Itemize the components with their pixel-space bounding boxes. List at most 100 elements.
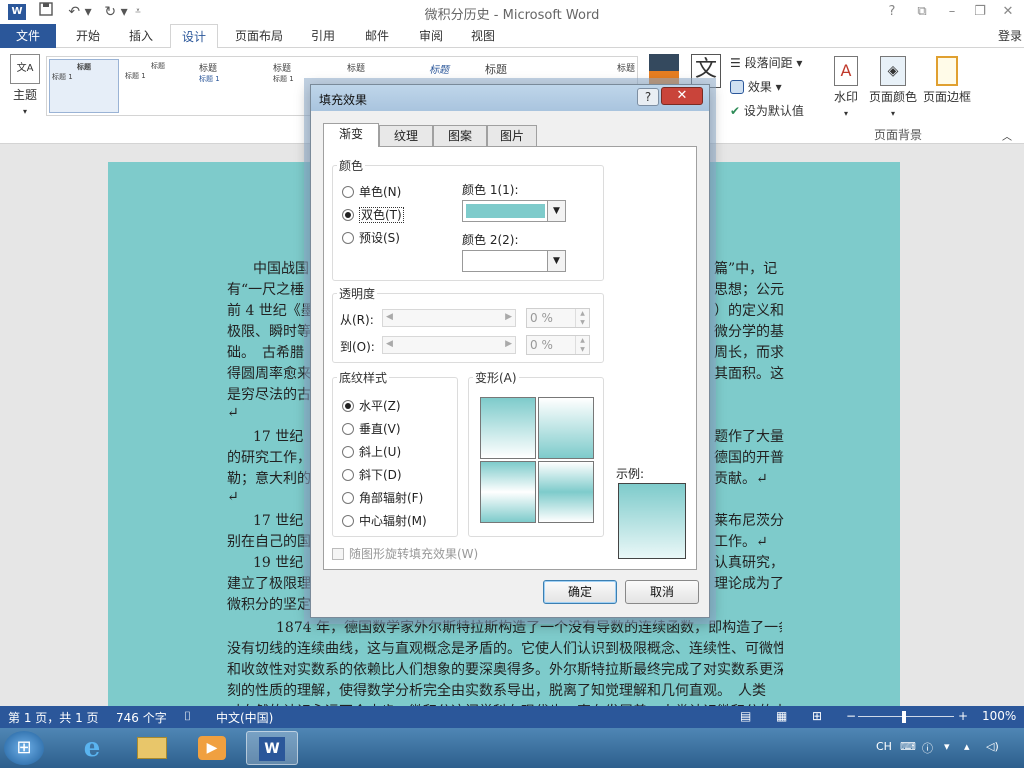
- color2-picker[interactable]: ▼: [462, 250, 566, 272]
- taskbar: ⊞ e ▶ W CH ⌨ ⓘ ▾ ▴ ◁): [0, 728, 1024, 768]
- variant-4[interactable]: [538, 461, 594, 523]
- color1-picker[interactable]: ▼: [462, 200, 566, 222]
- dialog-title-bar[interactable]: 填充效果 ? ✕: [311, 85, 709, 111]
- dialog-title: 填充效果: [319, 93, 368, 107]
- close-icon[interactable]: ✕: [661, 87, 703, 105]
- help-icon[interactable]: ?: [880, 2, 904, 22]
- page-color-button[interactable]: ◈ 页面颜色 ▾: [868, 56, 918, 119]
- tab-pattern[interactable]: 图案: [433, 125, 487, 147]
- zoom-slider[interactable]: [858, 716, 954, 717]
- keyboard-icon[interactable]: ⌨: [900, 740, 916, 753]
- tab-review[interactable]: 审阅: [408, 24, 454, 48]
- tab-view[interactable]: 视图: [460, 24, 506, 48]
- to-spinner[interactable]: 0 % ▲ ▼: [526, 335, 590, 355]
- from-spinner[interactable]: 0 % ▲ ▼: [526, 308, 590, 328]
- tab-texture[interactable]: 纹理: [379, 125, 433, 147]
- from-corner-radio[interactable]: 角部辐射(F): [342, 489, 423, 506]
- restore-icon[interactable]: ❐: [968, 2, 992, 22]
- variant-1[interactable]: [480, 397, 536, 459]
- print-layout-icon[interactable]: ▦: [776, 709, 787, 723]
- variant-3[interactable]: [480, 461, 536, 523]
- document-line-left: 极限、瞬时等: [227, 324, 311, 340]
- to-label: 到(O):: [340, 340, 375, 354]
- vertical-label: 垂直(V): [359, 422, 401, 436]
- media-player-icon[interactable]: ▶: [186, 731, 238, 765]
- zoom-level[interactable]: 100%: [982, 709, 1016, 723]
- show-hidden-icons-icon[interactable]: ▴: [964, 740, 970, 753]
- help-tray-icon[interactable]: ⓘ: [922, 740, 933, 756]
- style-set-item[interactable]: 标题 标题 1: [197, 59, 267, 113]
- document-line-left: 有“一尺之棰: [227, 282, 305, 298]
- vertical-radio[interactable]: 垂直(V): [342, 420, 401, 437]
- tab-picture[interactable]: 图片: [487, 125, 537, 147]
- left-arrow-icon: ◀: [386, 312, 393, 322]
- word-taskbar-icon[interactable]: W: [246, 731, 298, 765]
- check-circle-icon: ✔: [730, 104, 741, 118]
- horizontal-radio[interactable]: 水平(Z): [342, 397, 401, 414]
- input-language[interactable]: CH: [876, 740, 892, 753]
- close-icon[interactable]: ✕: [996, 2, 1020, 22]
- effects-button[interactable]: 效果 ▾: [730, 78, 782, 95]
- one-color-label: 单色(N): [359, 185, 402, 199]
- word-taskbar-label: W: [259, 737, 285, 761]
- themes-label: 主题: [12, 88, 37, 102]
- ok-button[interactable]: 确定: [543, 580, 617, 604]
- file-explorer-icon[interactable]: [126, 731, 178, 765]
- zoom-slider-thumb[interactable]: [902, 711, 906, 723]
- paint-bucket-icon: ◈: [880, 56, 906, 86]
- minimize-icon[interactable]: –: [940, 2, 964, 22]
- shading-styles-label: 底纹样式: [337, 369, 390, 386]
- color1-label: 颜色 1(1):: [462, 183, 519, 197]
- from-corner-label: 角部辐射(F): [359, 491, 424, 505]
- to-slider[interactable]: ◀ ▶: [382, 336, 516, 354]
- preset-radio[interactable]: 预设(S): [342, 229, 400, 246]
- start-button-icon[interactable]: ⊞: [4, 731, 44, 765]
- two-colors-radio[interactable]: 双色(T): [342, 206, 404, 223]
- tab-mailings[interactable]: 邮件: [354, 24, 400, 48]
- volume-icon[interactable]: ◁): [986, 740, 999, 753]
- proofing-icon[interactable]: ⌷: [184, 709, 191, 724]
- radio-dot: [342, 186, 354, 198]
- zoom-in-icon[interactable]: +: [958, 709, 968, 723]
- document-line-left: 微积分的坚定: [227, 597, 311, 613]
- page-count[interactable]: 第 1 页，共 1 页: [8, 709, 99, 726]
- spin-arrows-icon: ▲ ▼: [575, 309, 589, 327]
- settings-tray-icon[interactable]: ▾: [944, 740, 950, 753]
- tab-file[interactable]: 文件: [0, 24, 56, 48]
- document-line-right: 篇”中，记: [714, 261, 778, 277]
- ribbon-display-icon[interactable]: ⧉: [910, 2, 934, 22]
- tab-references[interactable]: 引用: [300, 24, 346, 48]
- rotate-with-shape-checkbox[interactable]: 随图形旋转填充效果(W): [332, 545, 478, 562]
- variant-2[interactable]: [538, 397, 594, 459]
- tab-gradient[interactable]: 渐变: [323, 123, 379, 147]
- login-link[interactable]: 登录: [998, 24, 1022, 48]
- tab-layout[interactable]: 页面布局: [226, 24, 292, 48]
- help-icon[interactable]: ?: [637, 88, 659, 106]
- word-count[interactable]: 746 个字: [116, 709, 167, 726]
- set-default-button[interactable]: ✔ 设为默认值: [730, 102, 804, 119]
- from-slider[interactable]: ◀ ▶: [382, 309, 516, 327]
- page-border-button[interactable]: 页面边框: [922, 56, 972, 105]
- tab-design[interactable]: 设计: [170, 24, 218, 49]
- language-indicator[interactable]: 中文(中国): [216, 709, 273, 726]
- diagonal-down-radio[interactable]: 斜下(D): [342, 466, 402, 483]
- zoom-out-icon[interactable]: −: [846, 709, 856, 723]
- themes-button[interactable]: 文A 主题 ▾: [6, 54, 44, 117]
- color1-swatch: [466, 204, 545, 218]
- one-color-radio[interactable]: 单色(N): [342, 183, 401, 200]
- watermark-button[interactable]: A 水印 ▾: [828, 56, 864, 119]
- style-set-item[interactable]: 标题 标题 1: [123, 59, 193, 113]
- paragraph-spacing-button[interactable]: ☰ 段落间距 ▾: [730, 54, 802, 71]
- from-center-radio[interactable]: 中心辐射(M): [342, 512, 427, 529]
- read-mode-icon[interactable]: ▤: [740, 709, 751, 723]
- tab-insert[interactable]: 插入: [116, 24, 166, 48]
- diagonal-up-radio[interactable]: 斜上(U): [342, 443, 401, 460]
- tab-home[interactable]: 开始: [62, 24, 114, 48]
- sample-preview: [618, 483, 686, 559]
- ie-browser-icon[interactable]: e: [66, 731, 118, 765]
- collapse-ribbon-icon[interactable]: ︿: [1002, 128, 1012, 143]
- style-set-item[interactable]: 标题 标题 1: [49, 59, 119, 113]
- chevron-down-icon: ▼: [547, 201, 565, 221]
- web-layout-icon[interactable]: ⊞: [812, 709, 822, 723]
- cancel-button[interactable]: 取消: [625, 580, 699, 604]
